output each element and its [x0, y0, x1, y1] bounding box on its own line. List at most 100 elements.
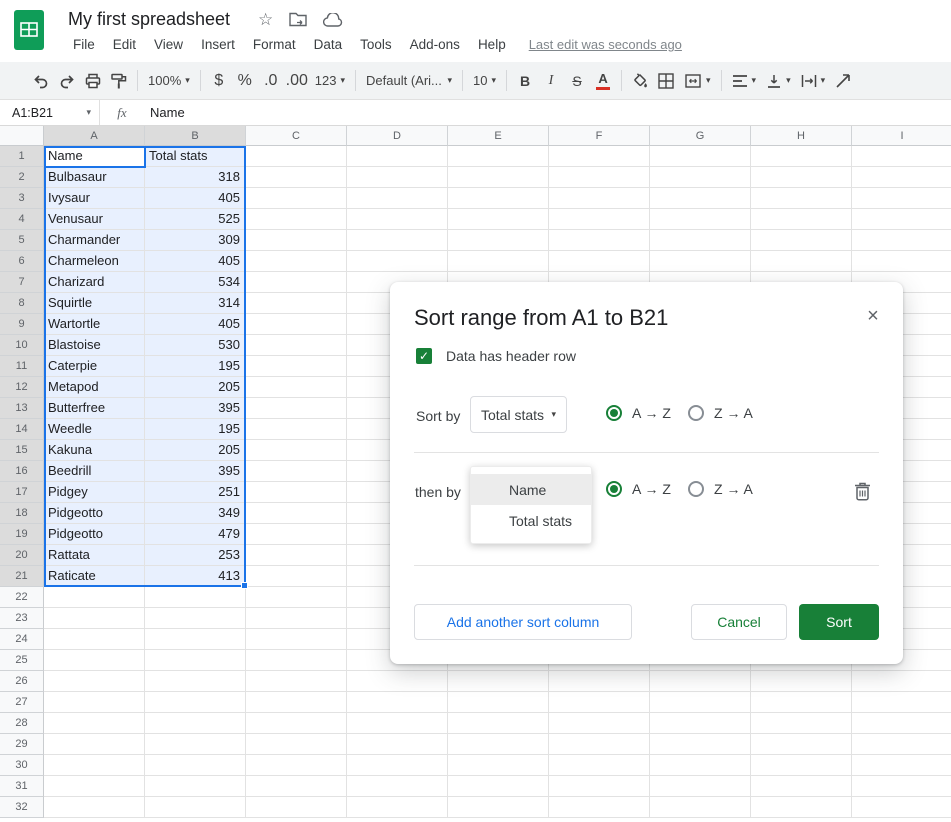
column-header-H[interactable]: H: [751, 126, 852, 146]
cell-E32[interactable]: [448, 797, 549, 818]
cell-B24[interactable]: [145, 629, 246, 650]
cell-C1[interactable]: [246, 146, 347, 167]
cell-I5[interactable]: [852, 230, 951, 251]
cell-B19[interactable]: 479: [145, 524, 246, 545]
cell-A26[interactable]: [44, 671, 145, 692]
cell-A14[interactable]: Weedle: [44, 419, 145, 440]
cell-C7[interactable]: [246, 272, 347, 293]
sheets-logo-icon[interactable]: [14, 10, 44, 50]
menu-data[interactable]: Data: [305, 33, 352, 56]
text-wrap-button[interactable]: ▾: [796, 67, 831, 95]
radio-selected-icon[interactable]: [606, 481, 622, 497]
cell-C32[interactable]: [246, 797, 347, 818]
star-icon[interactable]: ☆: [258, 11, 273, 28]
move-to-folder-icon[interactable]: [289, 12, 307, 27]
cell-C15[interactable]: [246, 440, 347, 461]
cell-H32[interactable]: [751, 797, 852, 818]
cell-D29[interactable]: [347, 734, 448, 755]
row-header-10[interactable]: 10: [0, 335, 44, 356]
cell-G5[interactable]: [650, 230, 751, 251]
row-header-20[interactable]: 20: [0, 545, 44, 566]
cell-A9[interactable]: Wartortle: [44, 314, 145, 335]
cell-H5[interactable]: [751, 230, 852, 251]
cell-F27[interactable]: [549, 692, 650, 713]
cell-F1[interactable]: [549, 146, 650, 167]
bold-button[interactable]: B: [512, 67, 538, 95]
row-header-1[interactable]: 1: [0, 146, 44, 167]
row-header-29[interactable]: 29: [0, 734, 44, 755]
cell-C24[interactable]: [246, 629, 347, 650]
cell-B29[interactable]: [145, 734, 246, 755]
sort-by-asc-radio[interactable]: A → Z: [606, 405, 671, 421]
cell-B8[interactable]: 314: [145, 293, 246, 314]
row-header-23[interactable]: 23: [0, 608, 44, 629]
row-header-18[interactable]: 18: [0, 503, 44, 524]
saved-cloud-icon[interactable]: [323, 12, 343, 27]
cell-D30[interactable]: [347, 755, 448, 776]
cell-B5[interactable]: 309: [145, 230, 246, 251]
row-header-8[interactable]: 8: [0, 293, 44, 314]
radio-selected-icon[interactable]: [606, 405, 622, 421]
cell-H31[interactable]: [751, 776, 852, 797]
cell-B17[interactable]: 251: [145, 482, 246, 503]
cell-G29[interactable]: [650, 734, 751, 755]
column-header-E[interactable]: E: [448, 126, 549, 146]
sort-by-desc-radio[interactable]: Z → A: [688, 405, 753, 421]
cell-B16[interactable]: 395: [145, 461, 246, 482]
cell-B9[interactable]: 405: [145, 314, 246, 335]
cell-H1[interactable]: [751, 146, 852, 167]
cell-E6[interactable]: [448, 251, 549, 272]
cell-B30[interactable]: [145, 755, 246, 776]
menu-add-ons[interactable]: Add-ons: [401, 33, 469, 56]
cell-I2[interactable]: [852, 167, 951, 188]
cell-A10[interactable]: Blastoise: [44, 335, 145, 356]
delete-sort-column-icon[interactable]: [850, 479, 874, 503]
cell-C2[interactable]: [246, 167, 347, 188]
cell-C14[interactable]: [246, 419, 347, 440]
cell-D28[interactable]: [347, 713, 448, 734]
cell-G3[interactable]: [650, 188, 751, 209]
cell-A20[interactable]: Rattata: [44, 545, 145, 566]
cell-G2[interactable]: [650, 167, 751, 188]
cell-I32[interactable]: [852, 797, 951, 818]
cell-B15[interactable]: 205: [145, 440, 246, 461]
cell-E3[interactable]: [448, 188, 549, 209]
cell-E30[interactable]: [448, 755, 549, 776]
cell-E26[interactable]: [448, 671, 549, 692]
cell-F30[interactable]: [549, 755, 650, 776]
cell-A7[interactable]: Charizard: [44, 272, 145, 293]
column-header-G[interactable]: G: [650, 126, 751, 146]
dropdown-option-name[interactable]: Name: [471, 474, 591, 505]
cell-A11[interactable]: Caterpie: [44, 356, 145, 377]
cell-A1[interactable]: Name: [44, 146, 145, 167]
cell-E27[interactable]: [448, 692, 549, 713]
cell-A15[interactable]: Kakuna: [44, 440, 145, 461]
cell-G27[interactable]: [650, 692, 751, 713]
fill-handle[interactable]: [241, 582, 248, 589]
menu-file[interactable]: File: [64, 33, 104, 56]
cell-I3[interactable]: [852, 188, 951, 209]
cell-A29[interactable]: [44, 734, 145, 755]
undo-button[interactable]: [28, 67, 54, 95]
cell-A6[interactable]: Charmeleon: [44, 251, 145, 272]
checkbox-checked-icon[interactable]: ✓: [416, 348, 432, 364]
cell-A17[interactable]: Pidgey: [44, 482, 145, 503]
column-header-C[interactable]: C: [246, 126, 347, 146]
cell-A25[interactable]: [44, 650, 145, 671]
add-sort-column-button[interactable]: Add another sort column: [414, 604, 632, 640]
cell-C11[interactable]: [246, 356, 347, 377]
cell-G1[interactable]: [650, 146, 751, 167]
row-header-30[interactable]: 30: [0, 755, 44, 776]
cell-C26[interactable]: [246, 671, 347, 692]
cell-B32[interactable]: [145, 797, 246, 818]
header-row-option[interactable]: ✓ Data has header row: [416, 348, 576, 364]
cell-E31[interactable]: [448, 776, 549, 797]
cell-B6[interactable]: 405: [145, 251, 246, 272]
borders-button[interactable]: [653, 67, 679, 95]
cell-E1[interactable]: [448, 146, 549, 167]
cell-H28[interactable]: [751, 713, 852, 734]
cancel-button[interactable]: Cancel: [691, 604, 787, 640]
increase-decimal-button[interactable]: .00: [284, 67, 310, 95]
cell-A24[interactable]: [44, 629, 145, 650]
cell-G32[interactable]: [650, 797, 751, 818]
